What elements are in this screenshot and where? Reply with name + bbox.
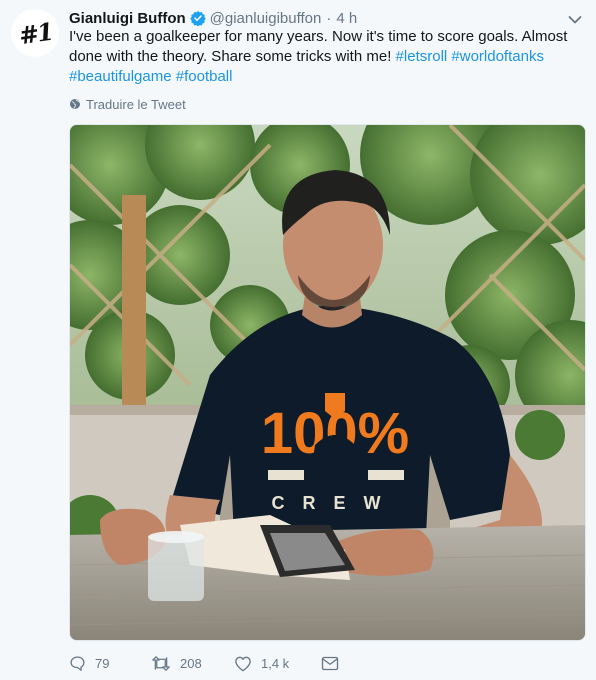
like-icon — [235, 656, 251, 671]
shirt-logo: 100% CREW — [261, 393, 409, 513]
tweet-photo[interactable]: 100% CREW — [69, 124, 586, 641]
author-name[interactable]: Gianluigi Buffon — [69, 10, 186, 27]
translate-tweet-link[interactable]: Traduire le Tweet — [69, 95, 186, 113]
avatar[interactable]: #1 — [11, 9, 59, 57]
direct-message-button[interactable] — [321, 656, 348, 671]
hashtag-letsroll[interactable]: #letsroll — [396, 48, 448, 65]
reply-icon — [70, 655, 85, 671]
like-button[interactable]: 1,4 k — [234, 655, 321, 672]
hashtag-worldoftanks[interactable]: #worldoftanks — [451, 48, 544, 65]
translate-tweet-label: Traduire le Tweet — [86, 96, 186, 112]
tweet-card[interactable]: #1 Gianluigi Buffon @gianluigibuffon · 4… — [0, 0, 596, 680]
retweet-count: 208 — [180, 655, 202, 671]
tweet-text-line-1: I've been a goalkeeper for many years. N… — [69, 28, 568, 45]
globe-icon — [70, 99, 80, 109]
like-count: 1,4 k — [261, 655, 290, 671]
author-handle[interactable]: @gianluigibuffon — [210, 10, 322, 27]
avatar-logo-text: #1 — [16, 16, 54, 50]
chevron-down-icon[interactable] — [568, 12, 582, 24]
retweet-icon — [152, 655, 170, 671]
retweet-button[interactable]: 208 — [151, 655, 234, 672]
tweet-timestamp[interactable]: 4 h — [336, 10, 357, 27]
hashtag-beautifulgame[interactable]: #beautifulgame — [69, 68, 172, 85]
direct-message-icon — [321, 656, 339, 670]
tweet-text-line-2: done with the theory. Share some tricks … — [69, 48, 392, 65]
verified-badge-icon — [189, 10, 206, 26]
header-separator: · — [326, 9, 332, 27]
reply-button[interactable]: 79 — [69, 655, 151, 672]
shirt-text-crew: CREW — [272, 493, 399, 513]
tweet-actions: 79 208 1,4 k — [69, 652, 348, 674]
hashtag-football[interactable]: #football — [176, 68, 233, 85]
reply-count: 79 — [95, 655, 110, 671]
tweet-header: Gianluigi Buffon @gianluigibuffon · 4 h — [69, 8, 556, 28]
tweet-text: I've been a goalkeeper for many years. N… — [69, 27, 569, 87]
